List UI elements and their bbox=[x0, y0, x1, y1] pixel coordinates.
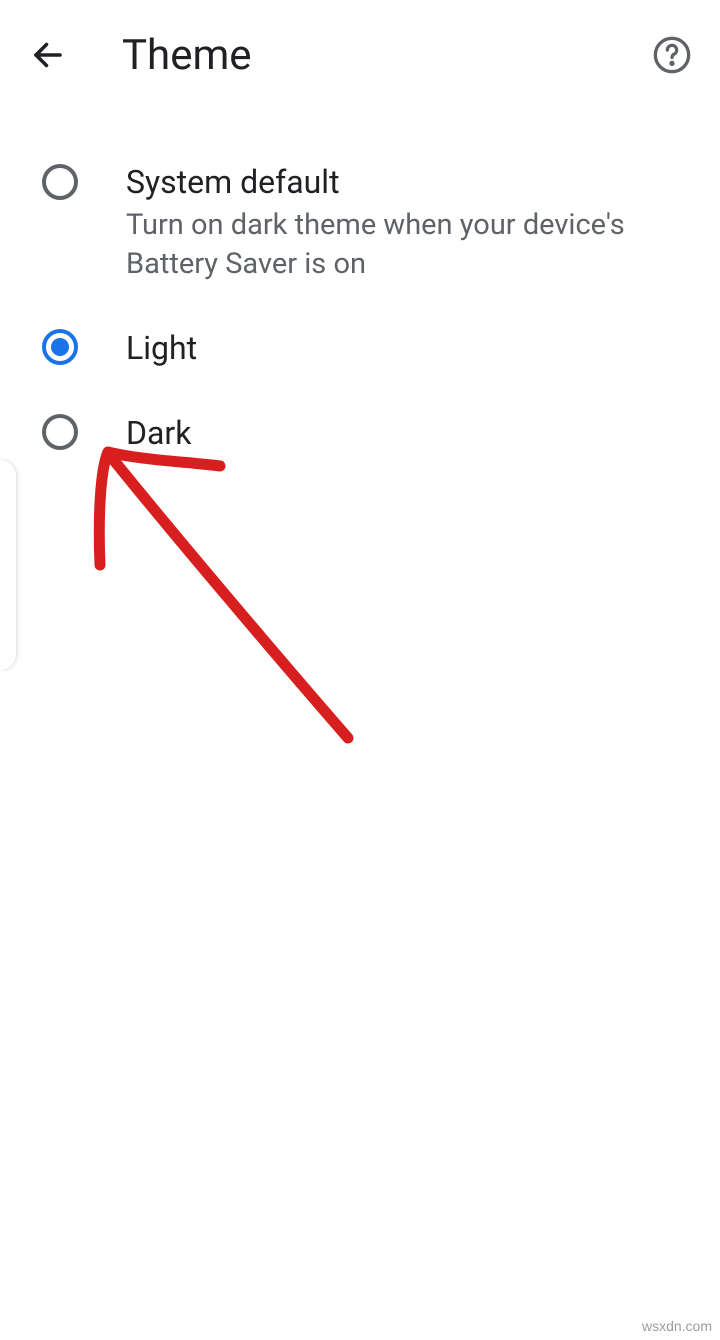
help-button[interactable] bbox=[648, 31, 696, 79]
edge-drag-handle[interactable] bbox=[0, 460, 16, 670]
page-title: Theme bbox=[122, 31, 648, 80]
theme-option-system-default[interactable]: System default Turn on dark theme when y… bbox=[0, 140, 720, 306]
option-text: Dark bbox=[126, 413, 720, 455]
watermark-text: wsxdn.com bbox=[642, 1318, 712, 1334]
back-button[interactable] bbox=[24, 31, 72, 79]
option-title: Dark bbox=[126, 413, 696, 455]
option-description: Turn on dark theme when your device's Ba… bbox=[126, 206, 696, 284]
help-icon bbox=[652, 35, 692, 75]
radio-selected-icon bbox=[42, 329, 78, 365]
radio-button[interactable] bbox=[42, 414, 82, 454]
option-text: Light bbox=[126, 328, 720, 370]
radio-unselected-icon bbox=[42, 414, 78, 450]
back-arrow-icon bbox=[30, 37, 66, 73]
option-title: System default bbox=[126, 162, 696, 204]
option-text: System default Turn on dark theme when y… bbox=[126, 162, 720, 284]
option-title: Light bbox=[126, 328, 696, 370]
radio-button[interactable] bbox=[42, 164, 82, 204]
annotation-arrow bbox=[80, 440, 400, 770]
radio-unselected-icon bbox=[42, 164, 78, 200]
app-header: Theme bbox=[0, 0, 720, 110]
theme-options-list: System default Turn on dark theme when y… bbox=[0, 110, 720, 477]
theme-option-light[interactable]: Light bbox=[0, 306, 720, 392]
theme-option-dark[interactable]: Dark bbox=[0, 391, 720, 477]
radio-button[interactable] bbox=[42, 329, 82, 369]
